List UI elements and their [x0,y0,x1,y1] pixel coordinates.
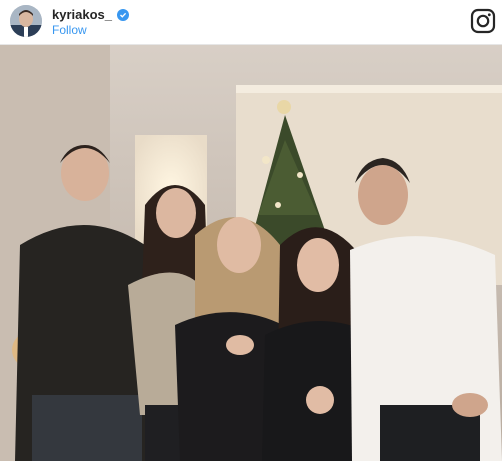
instagram-logo-icon[interactable] [470,8,496,34]
profile-avatar[interactable] [10,5,42,37]
username[interactable]: kyriakos_ [52,7,112,22]
post-header: kyriakos_ Follow [0,0,502,45]
instagram-post: kyriakos_ Follow [0,0,502,461]
post-photo[interactable] [0,45,502,461]
username-row: kyriakos_ [52,7,129,22]
verified-badge-icon [117,8,129,21]
follow-button[interactable]: Follow [52,23,87,37]
